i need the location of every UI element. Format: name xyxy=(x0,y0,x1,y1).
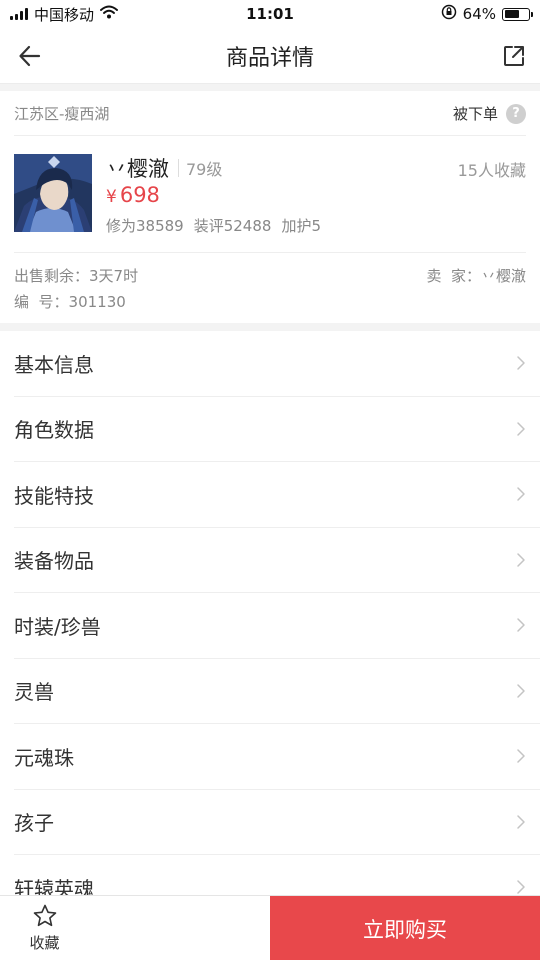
chevron-right-icon xyxy=(517,618,525,632)
remaining-time: 出售剩余：3天7时 xyxy=(14,265,138,286)
meta-row-remaining: 出售剩余：3天7时 卖 家：丷樱澈 xyxy=(14,262,526,288)
role-name: 丷樱澈 xyxy=(106,157,169,181)
section-list: 基本信息 角色数据 技能特技 装备物品 时装/珍兽 灵兽 元魂珠 孩子 轩辕英魂 xyxy=(0,331,540,921)
seller-value: 丷樱澈 xyxy=(480,266,526,285)
status-bar: 中国移动 11:01 64% xyxy=(0,0,540,28)
ordered-status[interactable]: 被下单 ? xyxy=(453,103,526,124)
share-icon xyxy=(504,46,524,66)
role-avatar xyxy=(14,154,92,232)
seller-label: 卖 家： xyxy=(426,266,481,285)
ordered-label: 被下单 xyxy=(452,105,498,123)
section-label: 灵兽 xyxy=(14,680,54,705)
section-row[interactable]: 时装/珍兽 xyxy=(14,593,540,659)
section-row[interactable]: 基本信息 xyxy=(14,331,540,397)
section-row[interactable]: 装备物品 xyxy=(14,528,540,593)
section-label: 时装/珍兽 xyxy=(14,614,101,639)
status-left: 中国移动 xyxy=(10,4,119,25)
buy-now-label: 立即购买 xyxy=(363,917,447,942)
favorite-count: 15人收藏 xyxy=(457,161,526,180)
id-value: 301130 xyxy=(68,292,126,311)
carrier-name: 中国移动 xyxy=(34,5,95,24)
favorite-label: 收藏 xyxy=(29,934,60,952)
chevron-right-icon xyxy=(517,815,525,829)
help-icon[interactable]: ? xyxy=(506,103,526,124)
battery-fill xyxy=(504,10,520,18)
name-divider xyxy=(178,159,179,177)
meta-row-id: 编 号：301130 xyxy=(14,288,526,314)
star-icon xyxy=(33,904,56,927)
chevron-right-icon xyxy=(517,487,525,501)
product-detail-page: 中国移动 11:01 64% 商品详情 江苏区-瘦西湖 被下单 ? 丷樱澈 79… xyxy=(0,0,540,960)
section-label: 角色数据 xyxy=(14,418,94,443)
nav-bar: 商品详情 xyxy=(0,28,540,84)
stat-equipment-score: 装评52488 xyxy=(193,217,272,235)
role-card[interactable]: 丷樱澈 79级 15人收藏 ¥698 修为38589 装评52488 加护5 xyxy=(14,137,526,253)
section-label: 元魂珠 xyxy=(14,745,74,770)
seller: 卖 家：丷樱澈 xyxy=(426,265,526,286)
chevron-right-icon xyxy=(517,356,525,370)
id-label: 编 号： xyxy=(14,292,69,311)
section-label: 装备物品 xyxy=(14,549,94,574)
section-row[interactable]: 元魂珠 xyxy=(14,724,540,790)
page-title: 商品详情 xyxy=(225,45,314,71)
stat-protection: 加护5 xyxy=(281,217,321,235)
signal-icon xyxy=(10,8,28,20)
section-row[interactable]: 灵兽 xyxy=(14,659,540,724)
section-row[interactable]: 角色数据 xyxy=(14,397,540,462)
remaining-label: 出售剩余： xyxy=(14,266,90,285)
bottom-bar: 收藏 立即购买 xyxy=(0,895,540,960)
section-label: 孩子 xyxy=(14,811,54,836)
share-button[interactable] xyxy=(498,40,530,72)
chevron-right-icon xyxy=(517,553,525,567)
chevron-right-icon xyxy=(517,684,525,698)
wifi-icon xyxy=(100,5,119,23)
chevron-right-icon xyxy=(517,880,525,894)
arrow-left-icon xyxy=(19,45,41,67)
section-label: 基本信息 xyxy=(14,352,94,377)
chevron-right-icon xyxy=(517,422,525,436)
buy-now-button[interactable]: 立即购买 xyxy=(270,896,540,960)
battery-icon xyxy=(502,7,533,21)
server-region: 江苏区-瘦西湖 xyxy=(14,105,110,123)
orientation-lock-icon xyxy=(441,4,457,24)
favorite-button[interactable]: 收藏 xyxy=(0,896,89,960)
separator-band xyxy=(0,84,540,91)
chevron-right-icon xyxy=(517,749,525,763)
section-row[interactable]: 技能特技 xyxy=(14,462,540,528)
listing-meta: 出售剩余：3天7时 卖 家：丷樱澈 编 号：301130 xyxy=(14,262,526,314)
back-button[interactable] xyxy=(14,40,46,72)
region-row: 江苏区-瘦西湖 被下单 ? xyxy=(14,92,526,136)
role-level: 79级 xyxy=(186,160,223,179)
role-stats: 修为38589 装评52488 加护5 xyxy=(106,215,321,236)
section-label: 技能特技 xyxy=(14,483,94,508)
role-name-row: 丷樱澈 79级 xyxy=(106,153,222,183)
section-row[interactable]: 孩子 xyxy=(14,790,540,855)
role-price: ¥698 xyxy=(106,183,160,207)
listing-id: 编 号：301130 xyxy=(14,291,126,312)
status-right: 64% xyxy=(441,4,533,24)
currency-symbol: ¥ xyxy=(106,187,117,207)
stat-cultivation: 修为38589 xyxy=(106,217,184,235)
price-value: 698 xyxy=(119,183,160,207)
battery-percent: 64% xyxy=(462,5,496,23)
remaining-value: 3天7时 xyxy=(89,266,139,285)
separator-band xyxy=(0,323,540,331)
